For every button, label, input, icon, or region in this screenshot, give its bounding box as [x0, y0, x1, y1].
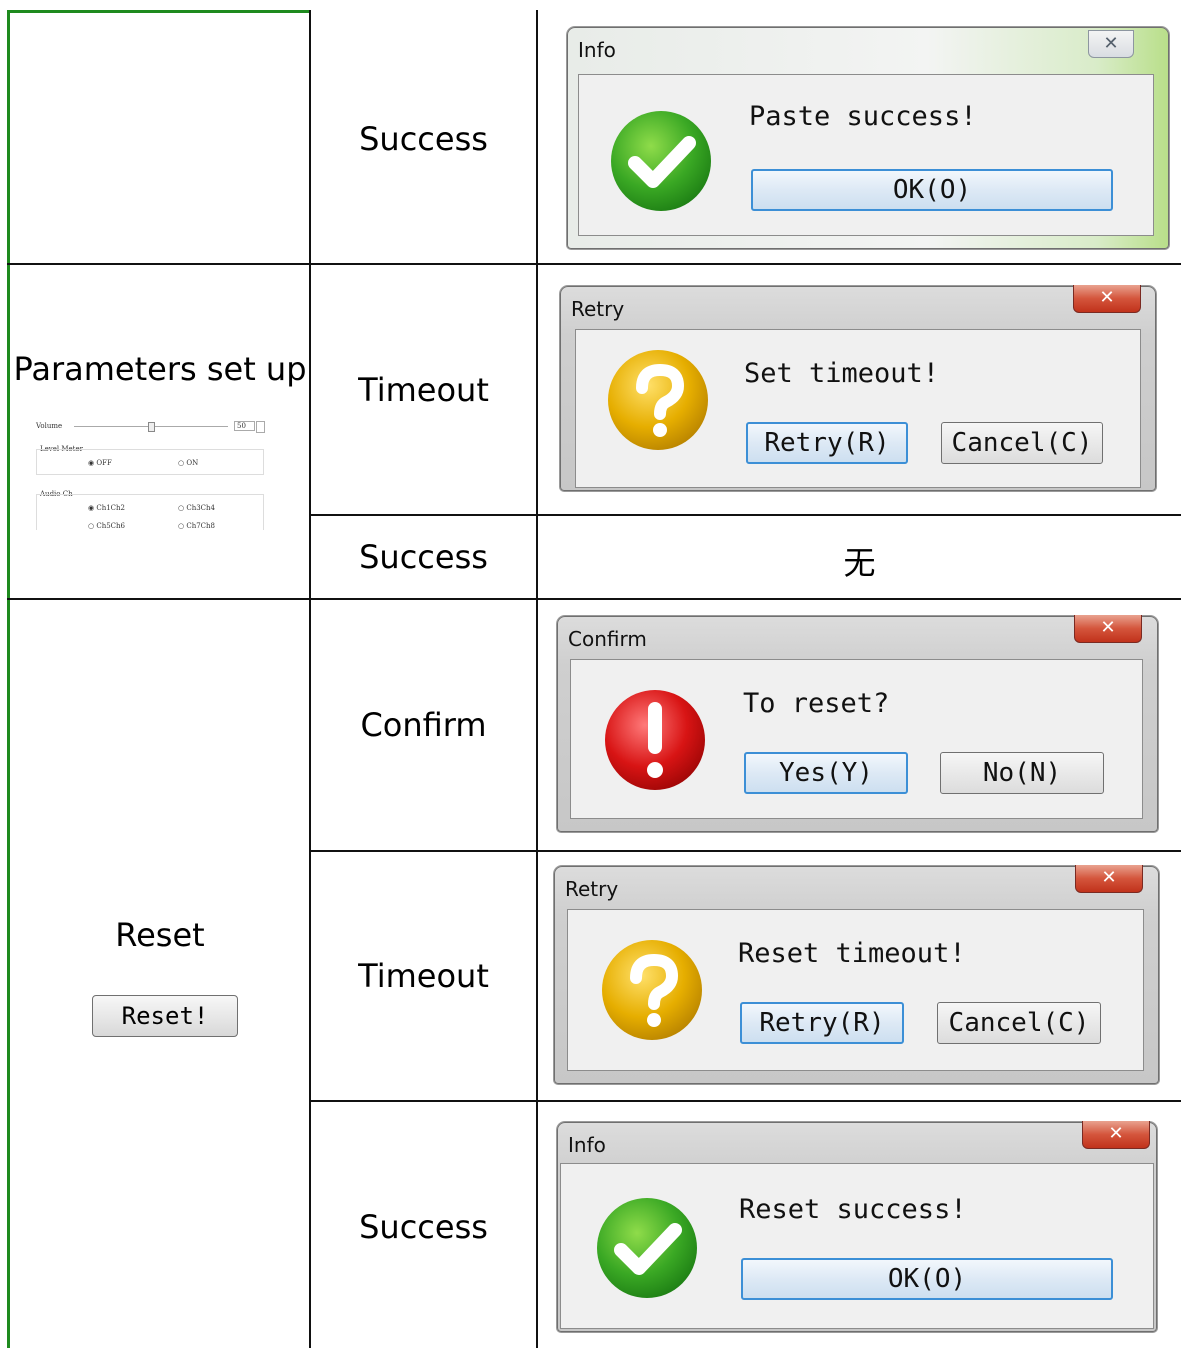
function-reset: Reset — [115, 916, 205, 954]
volume-value: 50 — [234, 421, 255, 431]
document-table: Parameters set up Volume 50 Level Meter … — [0, 0, 1181, 1348]
ok-button[interactable]: OK(O) — [751, 169, 1113, 211]
dialog-body: Reset timeout! Retry(R) Cancel(C) — [567, 909, 1144, 1071]
no-button[interactable]: No(N) — [940, 752, 1104, 794]
ch12-radio-label: ◉ Ch1Ch2 — [88, 504, 125, 512]
success-check-icon — [597, 1198, 697, 1298]
dialog-message: Paste success! — [749, 101, 977, 132]
reset-success-dialog: Info ✕ Reset success! OK(O) — [557, 1121, 1157, 1332]
row-divider-1 — [7, 263, 1181, 265]
result-set-success: Success — [359, 538, 488, 576]
set-timeout-dialog: Retry ✕ Set timeout! Retry(R) Cancel(C) — [560, 285, 1156, 491]
cancel-button[interactable]: Cancel(C) — [941, 422, 1103, 464]
cancel-button[interactable]: Cancel(C) — [937, 1002, 1101, 1044]
parameters-panel-thumbnail: Volume 50 Level Meter ◉ OFF ○ ON Audio C… — [30, 412, 270, 530]
dialog-title: Retry — [565, 877, 619, 901]
no-dialog-text: 无 — [843, 544, 876, 582]
ch78-radio-label: ○ Ch7Ch8 — [178, 522, 215, 530]
result-reset-confirm: Confirm — [360, 706, 487, 744]
row-divider-3 — [7, 598, 1181, 600]
dialog-title: Confirm — [568, 627, 647, 651]
error-exclamation-icon — [605, 690, 705, 790]
dialog-body: Paste success! OK(O) — [578, 74, 1154, 236]
ch56-radio-label: ○ Ch5Ch6 — [88, 522, 125, 530]
table-border-left — [7, 10, 10, 1348]
ch34-radio-label: ○ Ch3Ch4 — [178, 504, 215, 512]
col-divider-1 — [309, 10, 311, 1348]
retry-button[interactable]: Retry(R) — [746, 422, 908, 464]
row-divider-4 — [309, 850, 1181, 852]
dialog-title: Info — [578, 38, 616, 62]
close-icon[interactable]: ✕ — [1082, 1121, 1150, 1149]
dialog-title: Info — [568, 1133, 606, 1157]
retry-button[interactable]: Retry(R) — [740, 1002, 904, 1044]
dialog-title: Retry — [571, 297, 625, 321]
audio-ch-group — [36, 494, 264, 530]
ok-button[interactable]: OK(O) — [741, 1258, 1113, 1300]
dialog-body: Reset success! OK(O) — [560, 1163, 1154, 1329]
question-icon — [608, 350, 708, 450]
result-reset-success: Success — [359, 1208, 488, 1246]
volume-slider-thumb — [148, 422, 155, 432]
dialog-message: Reset timeout! — [738, 938, 966, 969]
row-divider-2 — [309, 514, 1181, 516]
yes-button[interactable]: Yes(Y) — [744, 752, 908, 794]
table-border-top — [7, 10, 310, 13]
dialog-message: To reset? — [743, 688, 890, 719]
volume-label: Volume — [36, 422, 63, 430]
close-icon[interactable]: ✕ — [1088, 30, 1134, 58]
result-paste-success: Success — [359, 120, 488, 158]
reset-button[interactable]: Reset! — [92, 995, 238, 1037]
question-icon — [602, 940, 702, 1040]
paste-success-dialog: Info ✕ Paste success! OK(O) — [567, 27, 1169, 249]
volume-spin — [256, 421, 265, 433]
close-icon[interactable]: ✕ — [1075, 865, 1143, 893]
dialog-body: To reset? Yes(Y) No(N) — [570, 659, 1143, 819]
col-divider-2 — [536, 10, 538, 1348]
dialog-message: Reset success! — [739, 1194, 967, 1225]
result-set-timeout: Timeout — [358, 371, 489, 409]
dialog-message: Set timeout! — [744, 358, 940, 389]
off-radio-label: ◉ OFF — [88, 459, 112, 467]
reset-confirm-dialog: Confirm ✕ To reset? Yes(Y) No(N) — [557, 615, 1158, 832]
close-icon[interactable]: ✕ — [1073, 285, 1141, 313]
close-icon[interactable]: ✕ — [1074, 615, 1142, 643]
success-check-icon — [611, 111, 711, 211]
level-meter-group — [36, 449, 264, 475]
dialog-body: Set timeout! Retry(R) Cancel(C) — [575, 329, 1141, 488]
on-radio-label: ○ ON — [178, 459, 199, 467]
function-parameters-setup: Parameters set up — [13, 350, 307, 388]
reset-timeout-dialog: Retry ✕ Reset timeout! Retry(R) Cancel(C… — [554, 865, 1159, 1084]
row-divider-5 — [309, 1100, 1181, 1102]
result-reset-timeout: Timeout — [358, 957, 489, 995]
